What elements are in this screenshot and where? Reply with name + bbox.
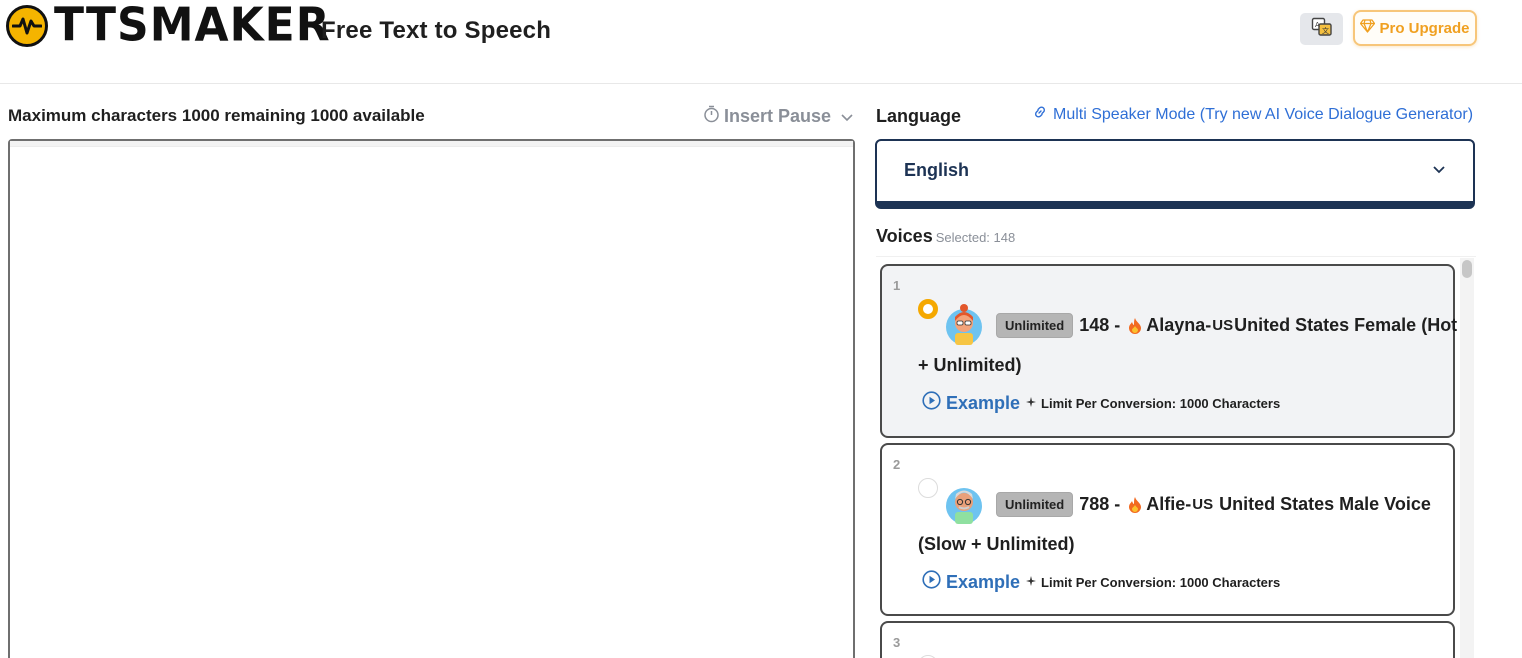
voices-scrollbar[interactable]	[1460, 258, 1474, 658]
insert-pause-label: Insert Pause	[724, 106, 832, 126]
play-circle-icon[interactable]	[922, 391, 941, 415]
sparkle-icon	[1026, 396, 1037, 411]
voice-index: 1	[893, 278, 901, 293]
svg-text:A: A	[1315, 21, 1320, 29]
voice-name: Alayna-	[1146, 315, 1212, 335]
unlimited-badge: Unlimited	[996, 492, 1074, 517]
voice-title: Unlimited 148 - Alayna- US United States F…	[996, 313, 1457, 338]
play-circle-icon[interactable]	[922, 570, 941, 594]
example-row: Example Limit Per Conversion: 1000 Chara…	[922, 391, 1280, 415]
language-select[interactable]: English	[875, 139, 1475, 209]
sparkle-icon	[1026, 575, 1037, 590]
unlimited-badge: Unlimited	[996, 313, 1074, 338]
multi-speaker-mode-link[interactable]: Multi Speaker Mode (Try new AI Voice Dia…	[1033, 105, 1473, 124]
multi-speaker-mode-label: Multi Speaker Mode (Try new AI Voice Dia…	[1053, 105, 1474, 123]
diamond-icon	[1360, 19, 1376, 37]
scrollbar-thumb[interactable]	[1462, 260, 1472, 278]
insert-pause-dropdown[interactable]: Insert Pause	[703, 105, 853, 128]
male-avatar-icon	[944, 482, 984, 524]
voice-description-continued: + Unlimited)	[918, 355, 1022, 375]
conversion-limit: Limit Per Conversion: 1000 Characters	[1026, 575, 1280, 590]
voice-radio[interactable]	[918, 478, 938, 498]
country-code: US	[1212, 317, 1234, 334]
timer-icon	[703, 105, 720, 128]
link-icon	[1033, 105, 1047, 124]
logo[interactable]: TTSMAKER	[6, 0, 331, 53]
language-selected-value: English	[904, 160, 970, 180]
conversion-limit-text: Limit Per Conversion: 1000 Characters	[1041, 574, 1281, 590]
svg-text:文: 文	[1322, 26, 1329, 35]
voice-index: 2	[893, 457, 901, 472]
page-tagline: Free Text to Speech	[321, 17, 552, 44]
translate-icon: A 文	[1311, 17, 1333, 42]
example-row: Example Limit Per Conversion: 1000 Chara…	[922, 570, 1280, 594]
logo-text: TTSMAKER	[54, 0, 331, 53]
voices-label: Voices	[876, 226, 933, 246]
fire-icon	[1128, 496, 1142, 513]
voice-radio[interactable]	[918, 299, 938, 319]
voice-description: United States Male Voice	[1214, 494, 1431, 514]
conversion-limit-text: Limit Per Conversion: 1000 Characters	[1041, 395, 1281, 411]
language-label: Language	[876, 106, 962, 126]
waveform-logo-icon	[6, 5, 48, 47]
example-button[interactable]: Example	[946, 393, 1020, 414]
voice-description-continued: (Slow + Unlimited)	[918, 534, 1075, 554]
voice-description: United States Female (Hot	[1234, 315, 1458, 335]
translate-language-button[interactable]: A 文	[1300, 13, 1343, 45]
pro-upgrade-button[interactable]: Pro Upgrade	[1353, 10, 1477, 46]
country-code: US	[1192, 496, 1214, 513]
example-button[interactable]: Example	[946, 572, 1020, 593]
voice-title: Unlimited 788 - Alfie- US United States M…	[996, 492, 1431, 517]
conversion-limit: Limit Per Conversion: 1000 Characters	[1026, 396, 1280, 411]
voice-name: Alfie-	[1146, 494, 1192, 514]
pro-upgrade-label: Pro Upgrade	[1379, 19, 1470, 37]
character-limit-info: Maximum characters 1000 remaining 1000 a…	[8, 106, 425, 125]
voice-card[interactable]: 2 Unlimited 788 - Alfie- US United States…	[880, 443, 1455, 616]
voices-selected-count: Selected: 148	[935, 230, 1016, 245]
textarea-top-bar	[10, 141, 853, 147]
header: TTSMAKER Free Text to Speech A 文 Pro Upg…	[0, 0, 1522, 84]
voice-id: 148 -	[1079, 315, 1121, 335]
chevron-down-icon	[841, 106, 853, 127]
voices-heading: Voices Selected: 148	[876, 226, 1015, 247]
female-avatar-icon	[944, 303, 984, 345]
text-input-area[interactable]	[8, 139, 855, 658]
fire-icon	[1128, 317, 1142, 334]
voice-card[interactable]: 1 Unlimited 148 - Alayna- US United States…	[880, 264, 1457, 438]
divider	[876, 256, 1476, 257]
voice-id: 788 -	[1079, 494, 1121, 514]
voice-index: 3	[893, 635, 901, 650]
chevron-down-icon	[1433, 161, 1445, 179]
voice-card[interactable]: 3	[880, 621, 1455, 658]
